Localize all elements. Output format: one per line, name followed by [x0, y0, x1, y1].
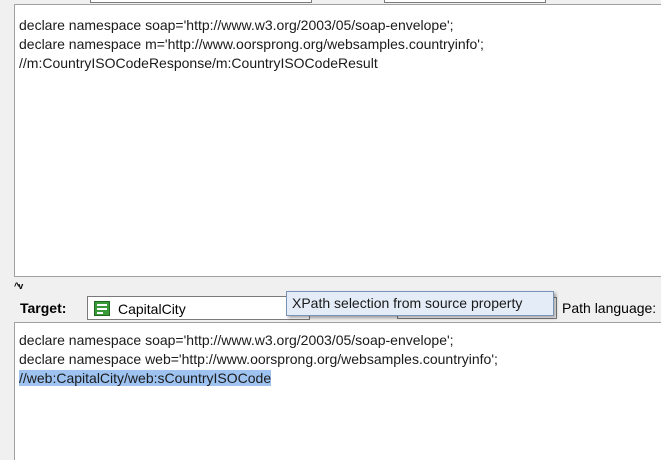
target-label: Target:	[20, 300, 67, 316]
target-line: declare namespace soap='http://www.w3.or…	[19, 332, 454, 348]
target-step-select[interactable]: CapitalCity	[87, 296, 310, 320]
target-step-value: CapitalCity	[118, 301, 186, 317]
selected-text: //web:CapitalCity/web:sCountryISOCode	[19, 370, 272, 386]
splitter-toggle[interactable]: ^v	[14, 282, 23, 291]
target-xpath-editor[interactable]: declare namespace soap='http://www.w3.or…	[14, 322, 661, 460]
source-property-select[interactable]	[384, 0, 546, 3]
path-language-label: Path language:	[562, 300, 657, 316]
source-line: declare namespace m='http://www.oorspron…	[19, 36, 484, 52]
source-code: declare namespace soap='http://www.w3.or…	[19, 16, 484, 73]
target-line-selected: //web:CapitalCity/web:sCountryISOCode	[19, 369, 498, 388]
tooltip: XPath selection from source property	[286, 291, 554, 316]
target-code: declare namespace soap='http://www.w3.or…	[19, 331, 498, 388]
source-xpath-editor[interactable]: declare namespace soap='http://www.w3.or…	[14, 4, 661, 277]
source-line: declare namespace soap='http://www.w3.or…	[19, 17, 454, 33]
source-step-select[interactable]	[90, 0, 312, 3]
source-line: //m:CountryISOCodeResponse/m:CountryISOC…	[19, 55, 378, 71]
test-step-icon	[94, 301, 110, 316]
target-line: declare namespace web='http://www.oorspr…	[19, 351, 498, 367]
